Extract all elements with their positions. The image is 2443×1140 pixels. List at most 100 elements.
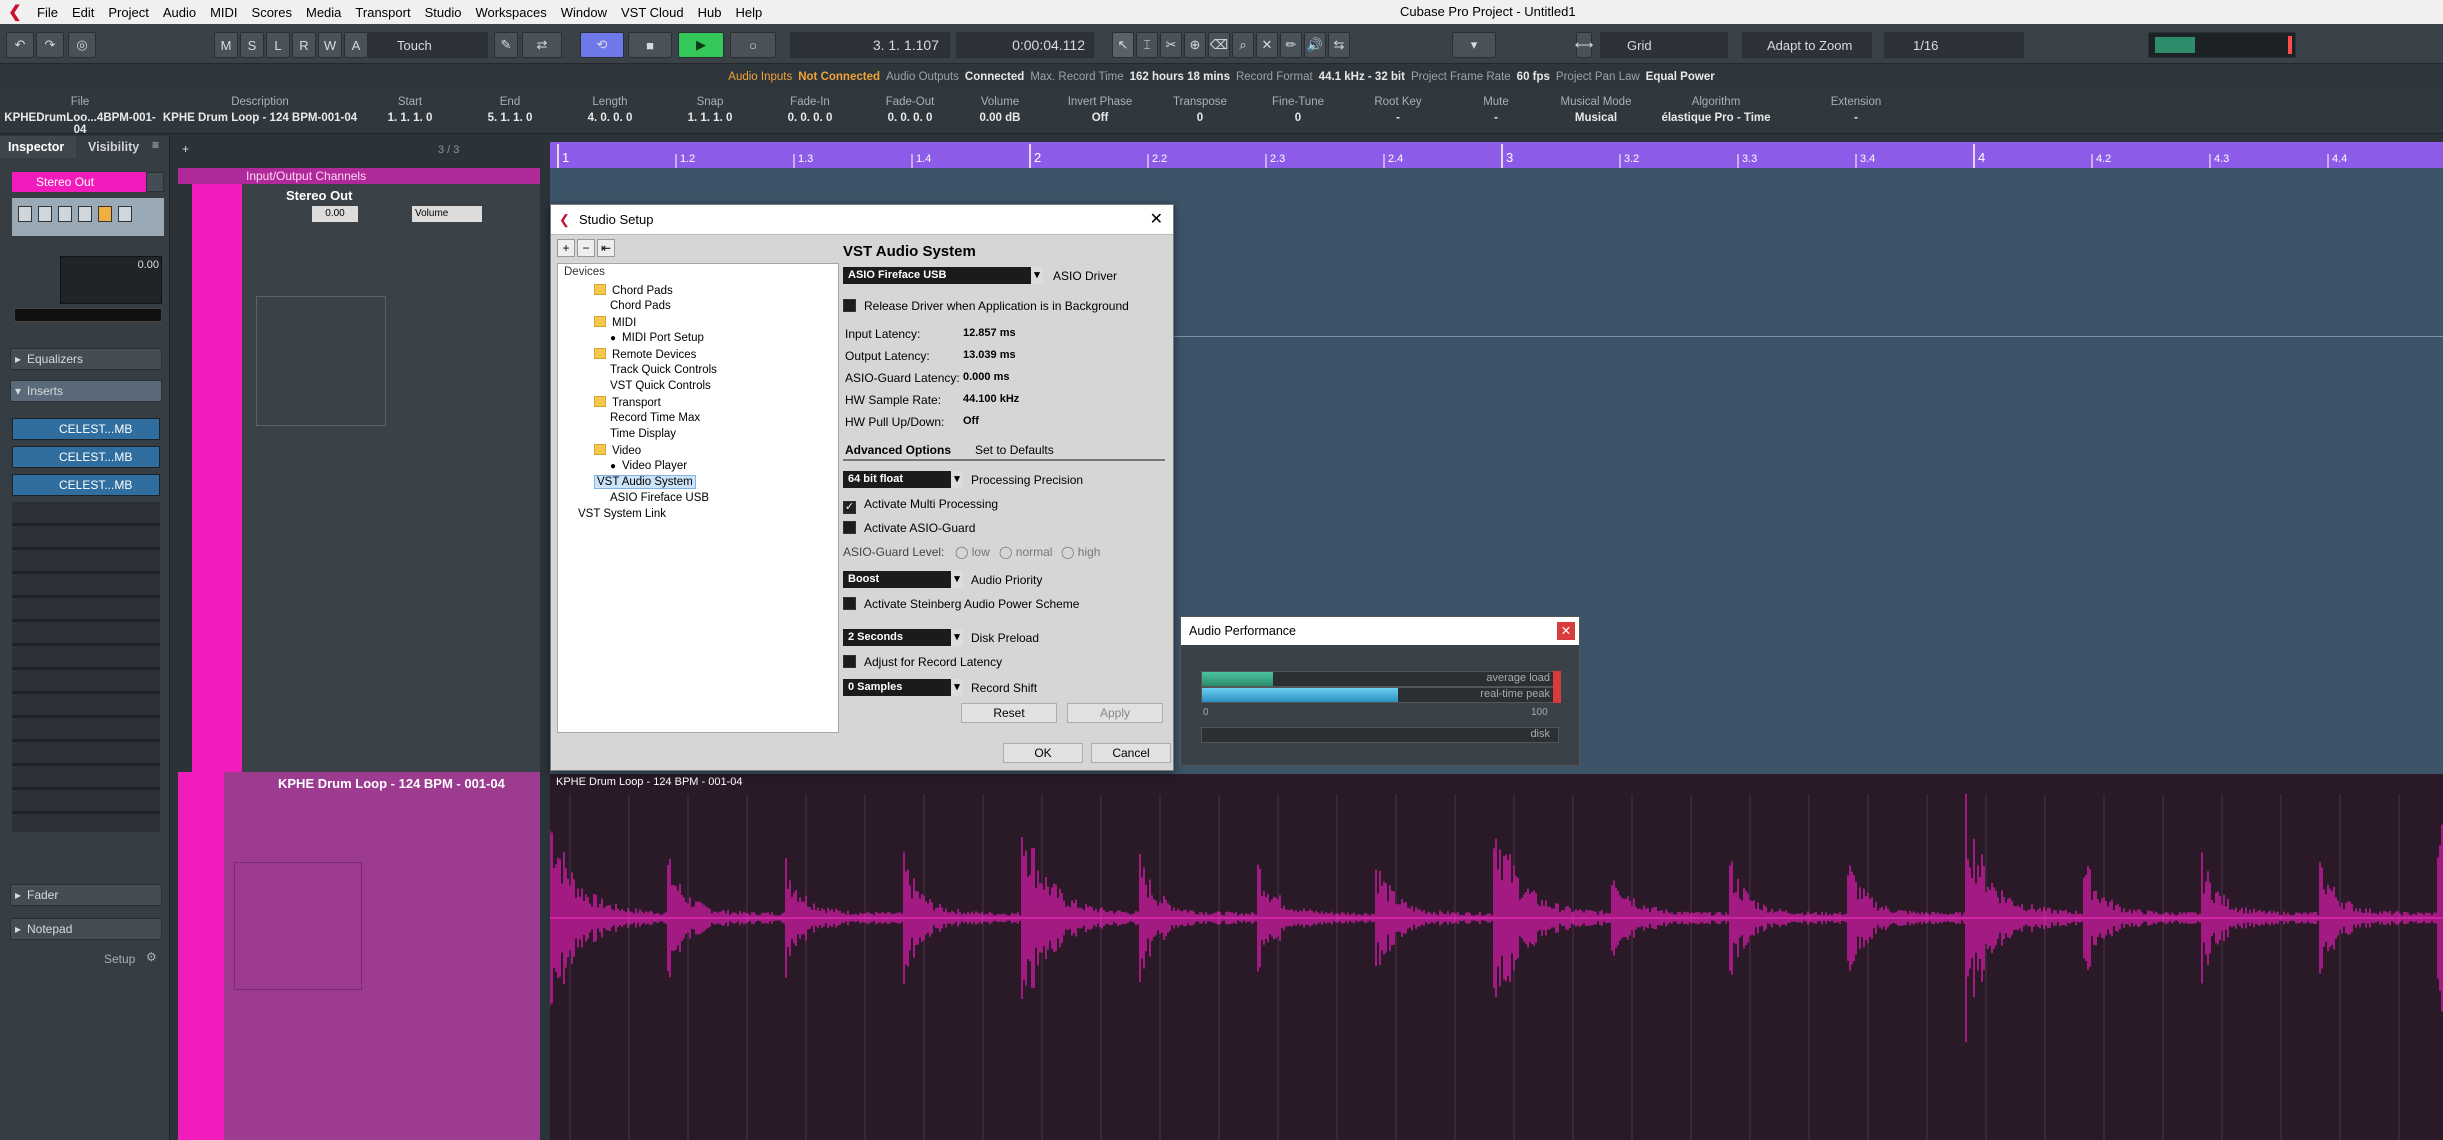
section-fader[interactable]: ▸ Fader [10, 884, 162, 906]
info-extension[interactable]: Extension - [1806, 96, 1906, 124]
info-snap[interactable]: Snap 1. 1. 1. 0 [660, 96, 760, 124]
snap-type-select[interactable]: Grid [1600, 32, 1728, 58]
section-equalizers[interactable]: ▸ Equalizers [10, 348, 162, 370]
info-volume[interactable]: Volume 0.00 dB [950, 96, 1050, 124]
menu-window[interactable]: Window [554, 5, 614, 20]
volume-field[interactable]: 0.00 [312, 206, 358, 222]
tree-item[interactable]: Chord Pads [610, 300, 671, 312]
tree-item[interactable]: Chord Pads [594, 284, 673, 297]
insert-empty-slots[interactable] [12, 502, 160, 832]
asio-guard-check[interactable] [843, 521, 856, 534]
mute-all-button[interactable]: M [214, 32, 238, 58]
power-scheme-check[interactable] [843, 597, 856, 610]
close-icon[interactable]: ✕ [1150, 205, 1163, 235]
timeline-ruler[interactable]: 1 1.2 1.3 1.4 2 2.2 2.3 2.4 3 3.2 3.3 3.4 4 4.2 4.3 4.4 [550, 142, 2443, 168]
add-device-icon[interactable]: + [557, 239, 575, 257]
write-automation-button[interactable] [78, 206, 92, 222]
adjust-latency-check[interactable] [843, 655, 856, 668]
autoscroll-icon[interactable]: ✎ [494, 32, 518, 58]
remove-device-icon[interactable]: − [577, 239, 595, 257]
mute-tool-icon[interactable]: ✕ [1256, 32, 1278, 58]
split-icon[interactable]: ✂ [1160, 32, 1182, 58]
read-button[interactable]: R [292, 32, 316, 58]
info-end[interactable]: End 5. 1. 1. 0 [460, 96, 560, 124]
info-file[interactable]: File KPHEDrumLoo...4BPM-001-04 [0, 96, 160, 136]
audio-track[interactable]: KPHE Drum Loop - 124 BPM - 001-04 [178, 772, 540, 1140]
input-routing[interactable] [14, 308, 162, 322]
position-display-bars[interactable]: 3. 1. 1.107 [790, 32, 950, 58]
menu-file[interactable]: File [30, 5, 65, 20]
quantize-select[interactable]: 1/16 [1884, 32, 2024, 58]
close-performance-icon[interactable]: ✕ [1557, 622, 1575, 640]
precision-select[interactable]: 64 bit float [843, 471, 963, 488]
multi-processing-check[interactable]: ✓ [843, 501, 856, 514]
apply-button[interactable]: Apply [1067, 703, 1163, 723]
menu-edit[interactable]: Edit [65, 5, 101, 20]
disk-preload-stepper[interactable]: 2 Seconds [843, 629, 963, 646]
add-track-icon[interactable]: + [182, 142, 202, 160]
record-shift-stepper[interactable]: 0 Samples [843, 679, 963, 696]
info-mute[interactable]: Mute - [1446, 96, 1546, 124]
overload-indicator[interactable] [1553, 671, 1561, 703]
snap-mode-select[interactable]: Adapt to Zoom [1742, 32, 1872, 58]
menu-project[interactable]: Project [101, 5, 155, 20]
play-tool-icon[interactable]: 🔊 [1304, 32, 1326, 58]
erase-icon[interactable]: ⌫ [1208, 32, 1230, 58]
inspector-fader[interactable]: 0.00 [60, 256, 162, 304]
tab-visibility[interactable]: Visibility [80, 136, 147, 158]
redo-icon[interactable]: ↷ [36, 32, 64, 58]
tree-item[interactable]: Time Display [610, 428, 676, 440]
folder-track[interactable]: Input/Output Channels [178, 168, 540, 184]
multi-processing-checkbox[interactable]: ✓ Activate Multi Processing [843, 497, 998, 514]
zoom-icon[interactable]: ⌕ [1232, 32, 1254, 58]
position-display-time[interactable]: 0:00:04.112 [956, 32, 1094, 58]
mute-button[interactable] [18, 206, 32, 222]
menu-icon[interactable]: ≡ [152, 138, 166, 156]
set-to-defaults-link[interactable]: Set to Defaults [975, 443, 1054, 457]
setup-label[interactable]: Setup [104, 952, 135, 966]
power-scheme-checkbox[interactable]: Activate Steinberg Audio Power Scheme [843, 597, 1079, 611]
info-musical-mode[interactable]: Musical Mode Musical [1546, 96, 1646, 124]
info-length[interactable]: Length 4. 0. 0. 0 [560, 96, 660, 124]
insert-slot-2[interactable]: CELEST...MB [12, 446, 160, 468]
tree-item[interactable]: MIDI [594, 316, 636, 329]
menu-workspaces[interactable]: Workspaces [468, 5, 553, 20]
info-start[interactable]: Start 1. 1. 1. 0 [360, 96, 460, 124]
insert-slot-3[interactable]: CELEST...MB [12, 474, 160, 496]
tree-item[interactable]: ASIO Fireface USB [610, 492, 709, 504]
menu-scores[interactable]: Scores [245, 5, 299, 20]
release-driver-check[interactable] [843, 299, 856, 312]
asio-guard-checkbox[interactable]: Activate ASIO-Guard [843, 521, 975, 535]
tree-item[interactable]: VST Quick Controls [610, 380, 711, 392]
menu-transport[interactable]: Transport [348, 5, 417, 20]
automation-mode-select[interactable]: Touch [368, 32, 488, 58]
nudge-icon[interactable]: ⇄ [522, 32, 562, 58]
info-algorithm[interactable]: Algorithm élastique Pro - Time [1636, 96, 1796, 124]
tree-item[interactable]: Video [594, 444, 641, 457]
play-button[interactable]: ▶ [678, 32, 724, 58]
automation-button[interactable]: A [344, 32, 368, 58]
gear-icon[interactable]: ⚙ [146, 950, 157, 964]
solo-all-button[interactable]: S [240, 32, 264, 58]
color-icon[interactable]: ▾ [1452, 32, 1496, 58]
read-automation-button[interactable] [58, 206, 72, 222]
release-driver-checkbox[interactable]: Release Driver when Application is in Ba… [843, 299, 1129, 313]
tree-item[interactable]: VST Audio System [594, 475, 696, 489]
asio-level-low[interactable]: ◯ low [955, 545, 990, 559]
listen-button[interactable]: L [266, 32, 290, 58]
info-root-key[interactable]: Root Key - [1348, 96, 1448, 124]
reset-device-icon[interactable]: ⇤ [597, 239, 615, 257]
menu-help[interactable]: Help [729, 5, 770, 20]
reset-button[interactable]: Reset [961, 703, 1057, 723]
draw-icon[interactable]: ✏ [1280, 32, 1302, 58]
write-button[interactable]: W [318, 32, 342, 58]
audio-priority-select[interactable]: Boost [843, 571, 963, 588]
info-transpose[interactable]: Transpose 0 [1150, 96, 1250, 124]
comp-icon[interactable]: ⇆ [1328, 32, 1350, 58]
asio-level-normal[interactable]: ◯ normal [999, 545, 1052, 559]
automation-param-select[interactable]: Volume [412, 206, 482, 222]
tree-item[interactable]: Track Quick Controls [610, 364, 717, 376]
asio-level-high[interactable]: ◯ high [1061, 545, 1100, 559]
tree-item[interactable]: Record Time Max [610, 412, 700, 424]
lock-button[interactable] [118, 206, 132, 222]
